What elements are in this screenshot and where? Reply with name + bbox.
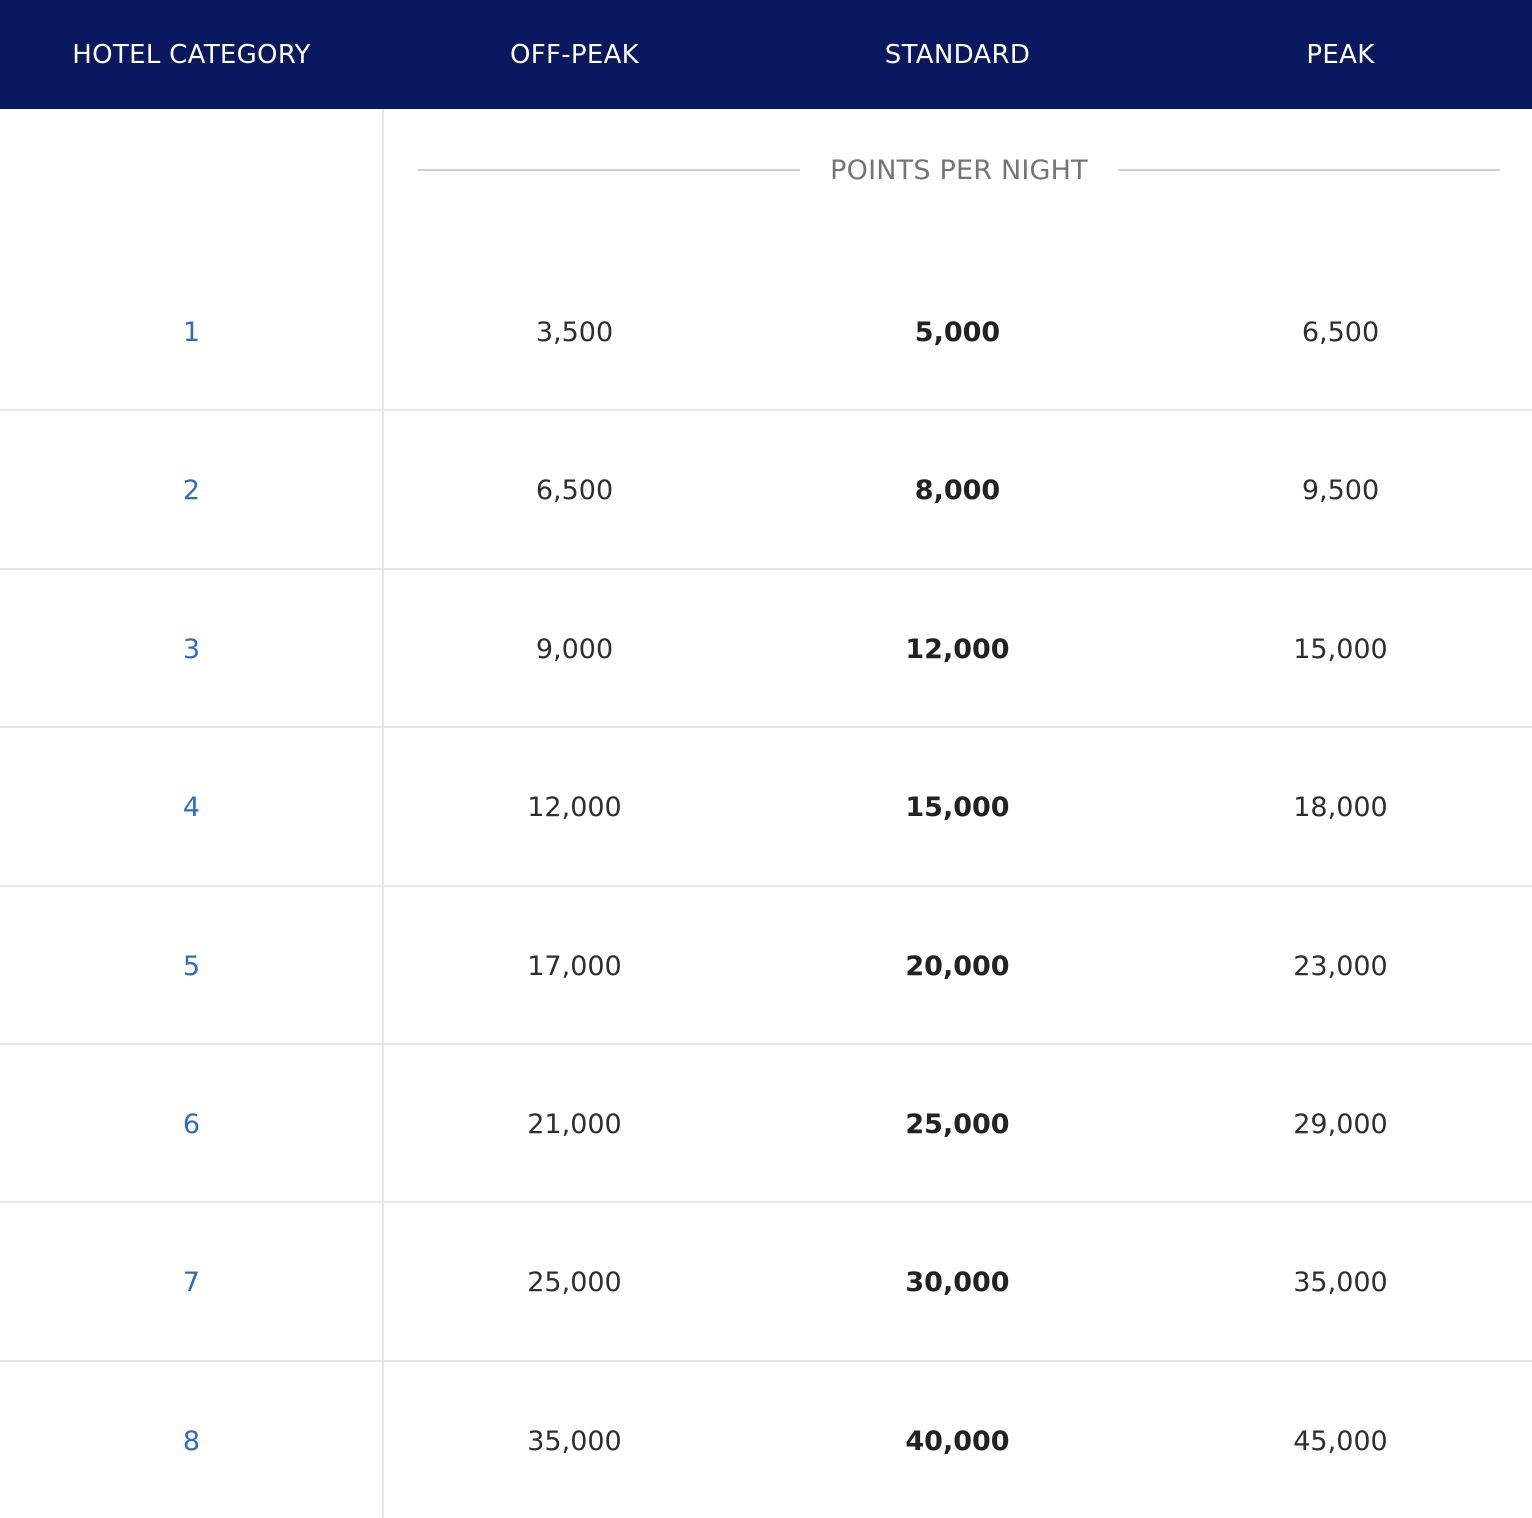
peak-cell: 15,000: [1293, 633, 1388, 665]
header-hotel-category: HOTEL CATEGORY: [72, 39, 311, 70]
row-divider: [0, 726, 1532, 728]
off-peak-cell: 3,500: [535, 316, 614, 348]
off-peak-cell: 6,500: [535, 474, 614, 506]
peak-cell: 45,000: [1293, 1425, 1388, 1457]
row-divider: [0, 1043, 1532, 1045]
standard-cell: 25,000: [905, 1108, 1010, 1140]
standard-cell: 20,000: [905, 950, 1010, 982]
category-cell[interactable]: 8: [0, 1362, 383, 1518]
category-cell[interactable]: 5: [0, 887, 383, 1045]
peak-cell: 6,500: [1301, 316, 1380, 348]
row-divider: [0, 409, 1532, 411]
category-cell[interactable]: 4: [0, 728, 383, 886]
subheader-rule-left: [418, 169, 801, 171]
table-row: 5 17,000 20,000 23,000: [0, 887, 1532, 1045]
points-table: HOTEL CATEGORY OFF-PEAK STANDARD PEAK PO…: [0, 0, 1532, 1518]
row-divider: [0, 568, 1532, 570]
peak-cell: 18,000: [1293, 791, 1388, 823]
standard-cell: 15,000: [905, 791, 1010, 823]
standard-cell: 5,000: [914, 316, 1001, 348]
subheader-label: POINTS PER NIGHT: [830, 154, 1088, 186]
peak-cell: 35,000: [1293, 1266, 1388, 1298]
off-peak-cell: 12,000: [527, 791, 622, 823]
category-cell[interactable]: 1: [0, 253, 383, 411]
table-row: 3 9,000 12,000 15,000: [0, 570, 1532, 728]
standard-cell: 40,000: [905, 1425, 1010, 1457]
category-cell[interactable]: 7: [0, 1203, 383, 1361]
row-divider: [0, 1201, 1532, 1203]
table-row: 2 6,500 8,000 9,500: [0, 411, 1532, 569]
off-peak-cell: 21,000: [527, 1108, 622, 1140]
off-peak-cell: 9,000: [535, 633, 614, 665]
standard-cell: 8,000: [914, 474, 1001, 506]
standard-cell: 30,000: [905, 1266, 1010, 1298]
off-peak-cell: 35,000: [527, 1425, 622, 1457]
off-peak-cell: 25,000: [527, 1266, 622, 1298]
table-row: 7 25,000 30,000 35,000: [0, 1203, 1532, 1361]
row-divider: [0, 885, 1532, 887]
row-divider: [0, 1360, 1532, 1362]
category-cell[interactable]: 3: [0, 570, 383, 728]
peak-cell: 29,000: [1293, 1108, 1388, 1140]
table-row: 4 12,000 15,000 18,000: [0, 728, 1532, 886]
standard-cell: 12,000: [905, 633, 1010, 665]
points-per-night-subheader: POINTS PER NIGHT: [418, 140, 1501, 200]
header-peak: PEAK: [1306, 39, 1375, 70]
peak-cell: 9,500: [1301, 474, 1380, 506]
table-header: HOTEL CATEGORY OFF-PEAK STANDARD PEAK: [0, 0, 1532, 109]
table-row: 6 21,000 25,000 29,000: [0, 1045, 1532, 1203]
table-row: 1 3,500 5,000 6,500: [0, 253, 1532, 411]
subheader-rule-right: [1117, 169, 1501, 171]
off-peak-cell: 17,000: [527, 950, 622, 982]
category-cell[interactable]: 6: [0, 1045, 383, 1203]
header-off-peak: OFF-PEAK: [509, 39, 640, 70]
peak-cell: 23,000: [1293, 950, 1388, 982]
header-standard: STANDARD: [884, 39, 1031, 70]
table-row: 8 35,000 40,000 45,000: [0, 1362, 1532, 1518]
category-cell[interactable]: 2: [0, 411, 383, 569]
